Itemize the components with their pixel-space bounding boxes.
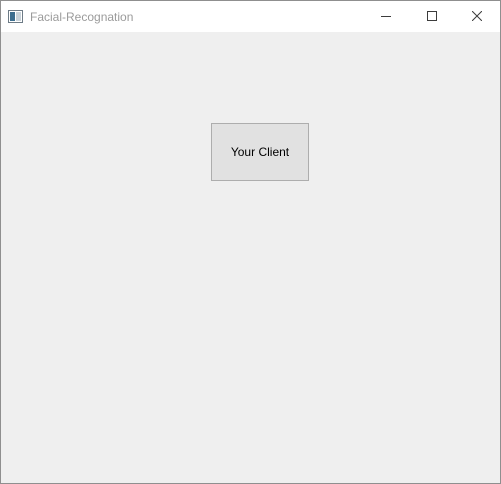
window-title: Facial-Recognation [30,10,134,24]
maximize-button[interactable] [409,1,455,32]
client-area: Your Client [1,32,500,483]
close-button[interactable] [454,1,500,32]
close-icon [471,8,483,26]
app-window-icon [8,10,23,23]
your-client-button[interactable]: Your Client [211,123,309,181]
minimize-icon [381,8,391,26]
title-bar[interactable]: Facial-Recognation [1,1,500,32]
maximize-icon [427,8,437,26]
app-window: Facial-Recognation Your Client [0,0,501,484]
minimize-button[interactable] [363,1,409,32]
